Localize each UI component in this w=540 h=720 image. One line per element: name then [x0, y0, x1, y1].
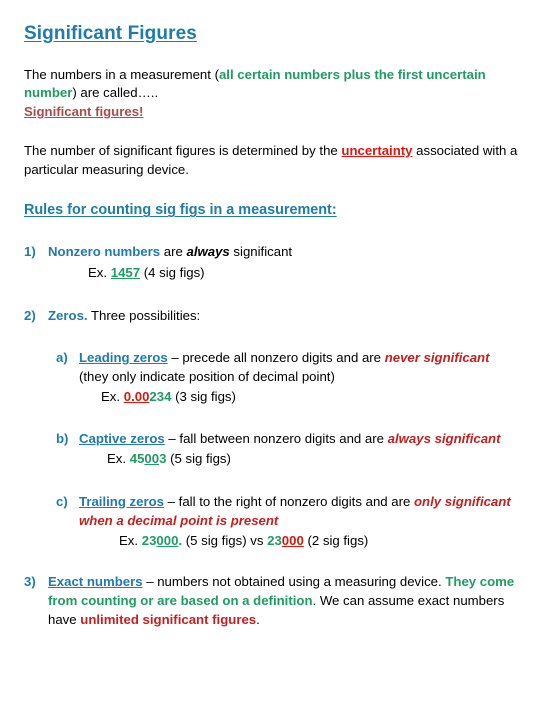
- rule-2-body: Zeros. Three possibilities:: [48, 306, 518, 325]
- subrule-c-first-decimal-point: .: [178, 532, 183, 548]
- subrule-a-text-a: – precede all nonzero digits and are: [167, 349, 385, 365]
- subrule-c-example-first-value: 23000.: [142, 533, 182, 548]
- rule-3-term: Exact numbers: [48, 573, 143, 589]
- subrule-c-second-lead: 23: [267, 532, 282, 548]
- rule-1-example-label: Ex.: [88, 264, 108, 280]
- subrule-c-example: Ex. 23000. (5 sig figs) vs 23000 (2 sig …: [79, 531, 518, 550]
- subrule-c-term: Trailing zeros: [79, 493, 165, 509]
- rule-1-term: Nonzero numbers: [48, 244, 161, 260]
- rule-1-body: Nonzero numbers are always significant: [48, 242, 518, 261]
- subrule-c-body: Trailing zeros – fall to the right of no…: [79, 492, 518, 550]
- rule-3-text-a: – numbers not obtained using a measuring…: [142, 573, 446, 589]
- subrule-item-a: a) Leading zeros – precede all nonzero d…: [56, 348, 518, 406]
- subrule-item-c: c) Trailing zeros – fall to the right of…: [56, 492, 518, 550]
- subrule-b-example-count: (5 sig figs): [170, 451, 231, 467]
- rule-2-marker: 2): [24, 307, 36, 323]
- subrule-c-first-count: (5 sig figs): [185, 532, 247, 548]
- subrule-c-second-count: (2 sig figs): [307, 532, 369, 548]
- subrule-c-vs-label: vs: [250, 532, 264, 548]
- rule-item-2: 2) Zeros. Three possibilities:: [22, 306, 518, 325]
- rule-1-emphasis: always: [186, 244, 230, 260]
- subrule-a-text-b: (they only indicate position of decimal …: [79, 368, 335, 384]
- uncertainty-text-part1: The number of significant figures is det…: [24, 142, 342, 158]
- subrule-b-example-label: Ex.: [107, 451, 127, 467]
- subrule-a-example-digits: 234: [149, 389, 172, 405]
- subrule-b-term: Captive zeros: [79, 431, 165, 447]
- rule-1-text-a: are: [160, 244, 187, 260]
- rule-1-text-b: significant: [229, 244, 293, 260]
- slide-canvas: Significant Figures The numbers in a mea…: [0, 0, 540, 720]
- rule-1-example: Ex. 1457 (4 sig figs): [22, 263, 518, 282]
- subrule-a-example: Ex. 0.00234 (3 sig figs): [79, 387, 518, 406]
- subrule-b-example-captive-zeros: 00: [144, 451, 160, 467]
- subrule-b-body: Captive zeros – fall between nonzero dig…: [79, 429, 518, 468]
- subrule-a-emphasis: never significant: [384, 349, 490, 365]
- subrule-c-example-label: Ex.: [119, 532, 139, 548]
- subrule-a-term: Leading zeros: [79, 349, 168, 365]
- subrule-b-example-value: 45003: [130, 451, 167, 466]
- rule-2-text-a: Three possibilities:: [87, 307, 201, 323]
- subrule-a-example-label: Ex.: [101, 389, 121, 405]
- intro-paragraph: The numbers in a measurement (all certai…: [24, 66, 518, 122]
- rule-item-1: 1) Nonzero numbers are always significan…: [22, 242, 518, 261]
- subrule-c-text-a: – fall to the right of nonzero digits an…: [164, 493, 414, 509]
- subrule-b-emphasis: always significant: [387, 431, 501, 447]
- rule-1-example-number: 1457: [110, 264, 141, 280]
- subrule-c-marker: c): [56, 493, 68, 509]
- subrule-c-second-trailing-zeros: 000: [281, 532, 304, 548]
- subrule-b-text-a: – fall between nonzero digits and are: [164, 431, 388, 447]
- rule-item-3: 3) Exact numbers – numbers not obtained …: [22, 572, 518, 629]
- subrule-a-body: Leading zeros – precede all nonzero digi…: [79, 348, 518, 406]
- rule-2-term: Zeros.: [48, 307, 88, 323]
- intro-text-part2: ) are called…..: [72, 85, 159, 101]
- uncertainty-keyword: uncertainty: [341, 142, 413, 158]
- subrule-a-marker: a): [56, 349, 68, 365]
- subrule-c-first-lead: 23: [141, 532, 157, 548]
- rule-1-marker: 1): [24, 244, 36, 260]
- rule-3-body: Exact numbers – numbers not obtained usi…: [48, 572, 518, 629]
- subrule-c-first-trailing-zeros: 000: [156, 532, 179, 548]
- intro-answer: Significant figures!: [24, 104, 144, 120]
- intro-text-part1: The numbers in a measurement (: [24, 66, 219, 82]
- subrule-item-b: b) Captive zeros – fall between nonzero …: [56, 429, 518, 468]
- page-title: Significant Figures: [24, 23, 197, 44]
- rule-3-marker: 3): [24, 573, 36, 589]
- subrule-c-example-second-value: 23000: [267, 533, 304, 548]
- uncertainty-paragraph: The number of significant figures is det…: [24, 142, 518, 179]
- subrule-b-example-tail: 3: [159, 451, 167, 467]
- rule-3-text-c: .: [256, 612, 260, 628]
- subrule-a-example-count: (3 sig figs): [175, 389, 236, 405]
- subrule-b-example-lead: 45: [129, 451, 145, 467]
- rule-1-example-count: (4 sig figs): [143, 264, 205, 280]
- subrule-a-example-value: 0.00234: [124, 389, 172, 404]
- rule-3-red-emphasis: unlimited significant figures: [80, 612, 257, 628]
- subrule-b-marker: b): [56, 431, 69, 447]
- subrule-a-example-leading-zeros: 0.00: [123, 389, 150, 405]
- rules-heading: Rules for counting sig figs in a measure…: [24, 202, 337, 219]
- subrule-b-example: Ex. 45003 (5 sig figs): [79, 449, 518, 468]
